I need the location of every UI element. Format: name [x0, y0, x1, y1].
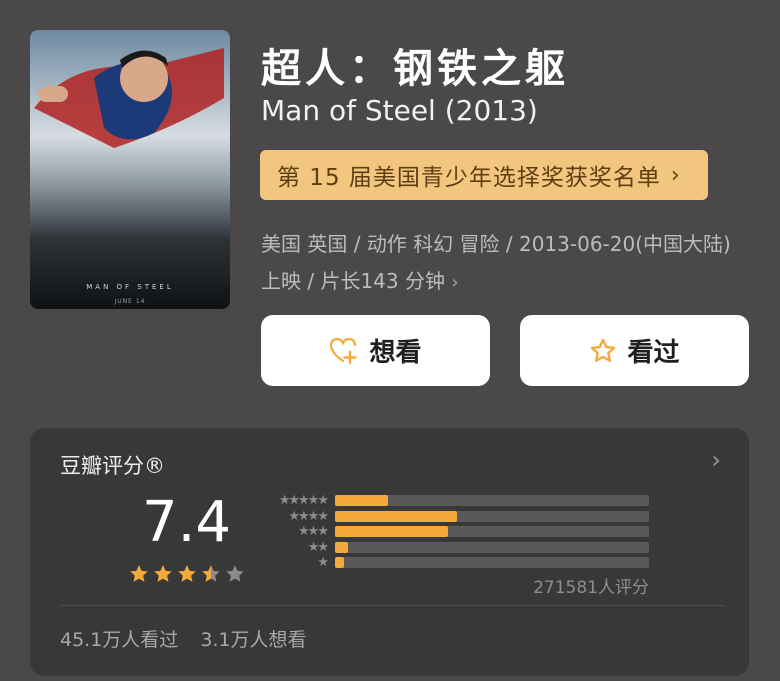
- rating-score: 7.4: [142, 490, 232, 555]
- rating-bar-fill: [335, 526, 449, 537]
- rating-star-icon: [130, 565, 148, 582]
- award-label: 第 15 届美国青少年选择奖获奖名单: [277, 165, 661, 191]
- award-banner[interactable]: 第 15 届美国青少年选择奖获奖名单 ›: [260, 150, 708, 200]
- rating-count: 271581人评分: [533, 578, 649, 598]
- watch-stats: 45.1万人看过 3.1万人想看: [60, 625, 307, 652]
- movie-poster[interactable]: MAN OF STEEL JUNE 14: [30, 30, 230, 309]
- chevron-right-icon[interactable]: ›: [711, 446, 721, 474]
- seen-button-label: 看过: [627, 338, 680, 368]
- rating-star-icon: [178, 565, 196, 582]
- poster-release-date: JUNE 14: [114, 298, 146, 305]
- movie-meta[interactable]: 美国 英国 / 动作 科幻 冒险 / 2013-06-20(中国大陆) 上映 /…: [261, 226, 751, 301]
- poster-title: MAN OF STEEL: [86, 283, 174, 291]
- rating-section-title: 豆瓣评分®: [60, 454, 165, 478]
- movie-meta-text: 美国 英国 / 动作 科幻 冒险 / 2013-06-20(中国大陆) 上映 /…: [261, 232, 731, 293]
- rating-bar-2-star: [335, 541, 649, 553]
- rating-card[interactable]: 豆瓣评分® › 7.4 ★★★★★ ★★★★ ★★★ ★★ ★ 271581人评…: [30, 428, 749, 676]
- want-button-label: 想看: [369, 338, 422, 368]
- rating-star-icon: [154, 565, 172, 582]
- chevron-right-icon: ›: [451, 272, 459, 293]
- heart-plus-icon: [330, 337, 358, 364]
- seen-count[interactable]: 45.1万人看过: [60, 625, 178, 652]
- rating-distribution-bars: [335, 495, 649, 573]
- rating-star-icon: [202, 565, 220, 582]
- three-star-label-icon: ★★★: [298, 524, 329, 539]
- rating-bar-1-star: [335, 557, 649, 568]
- superman-figure-image: [34, 48, 224, 148]
- rating-stars: [128, 563, 246, 585]
- rating-bar-fill: [335, 557, 345, 568]
- rating-bar-fill: [335, 495, 389, 506]
- rating-bar-5-star: [335, 495, 649, 506]
- movie-title-en: Man of Steel (2013): [261, 94, 538, 127]
- want-count[interactable]: 3.1万人想看: [200, 625, 306, 652]
- rating-star-icon: [226, 565, 244, 582]
- star-outline-icon: [591, 338, 616, 362]
- movie-title-cn: 超人：钢铁之躯: [261, 46, 569, 92]
- divider: [60, 605, 725, 606]
- star-level-labels: ★★★★★ ★★★★ ★★★ ★★ ★: [255, 493, 329, 571]
- four-star-label-icon: ★★★★: [288, 508, 329, 524]
- chevron-right-icon: ›: [670, 162, 681, 188]
- five-star-label-icon: ★★★★★: [278, 493, 329, 508]
- watched-button[interactable]: 看过: [520, 315, 749, 386]
- rating-bar-3-star: [335, 526, 649, 537]
- want-to-watch-button[interactable]: 想看: [261, 315, 490, 386]
- rating-bar-4-star: [335, 510, 649, 522]
- two-star-label-icon: ★★: [307, 539, 329, 555]
- rating-bar-fill: [335, 510, 458, 522]
- rating-bar-fill: [335, 541, 348, 553]
- one-star-label-icon: ★: [317, 555, 329, 570]
